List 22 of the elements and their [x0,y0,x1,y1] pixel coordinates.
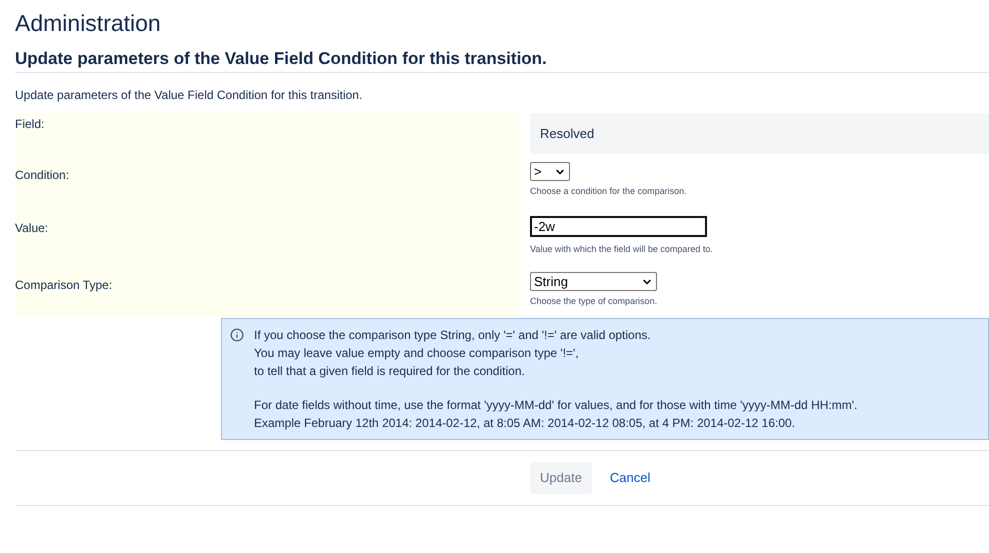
info-text: For date fields without time, use the format 'yyyy-MM-dd' for values, and for those with time 'yyyy-MM-dd HH:mm'. [254,396,858,414]
field-label: Comparison Type: [15,277,114,294]
update-button[interactable]: Update [530,462,592,494]
help-text: Choose a condition for the comparison. [530,185,688,198]
field-label: Field: [15,117,44,131]
cancel-link[interactable]: Cancel [600,462,660,494]
field-value: Resolved [530,113,989,154]
info-text: to tell that a given field is required for the condition. [254,362,526,380]
info-text: Example February 12th 2014: 2014-02-12, at 8:05 AM: 2014-02-12 08:05, at 4 PM: 2014-02-12 16:00. [254,414,796,432]
description-text: Update parameters of the Value Field Condition for this transition. [15,87,364,103]
info-text: You may leave value empty and choose comparison type '!=', [254,344,580,362]
field-label: Condition: [15,167,70,184]
info-icon [230,328,244,342]
select-field[interactable]: > [530,162,570,181]
page-title: Administration [15,9,162,38]
help-text: Value with which the field will be compared to. [530,242,714,256]
input-field[interactable]: -2w [530,216,707,236]
info-text: If you choose the comparison type String, only '=' and '!=' are valid options. [254,326,652,344]
select-field[interactable]: String [530,272,657,291]
field-label: Value: [15,220,50,236]
help-text: Choose the type of comparison. [530,295,658,308]
section-title: Update parameters of the Value Field Condition for this transition. [15,48,548,70]
